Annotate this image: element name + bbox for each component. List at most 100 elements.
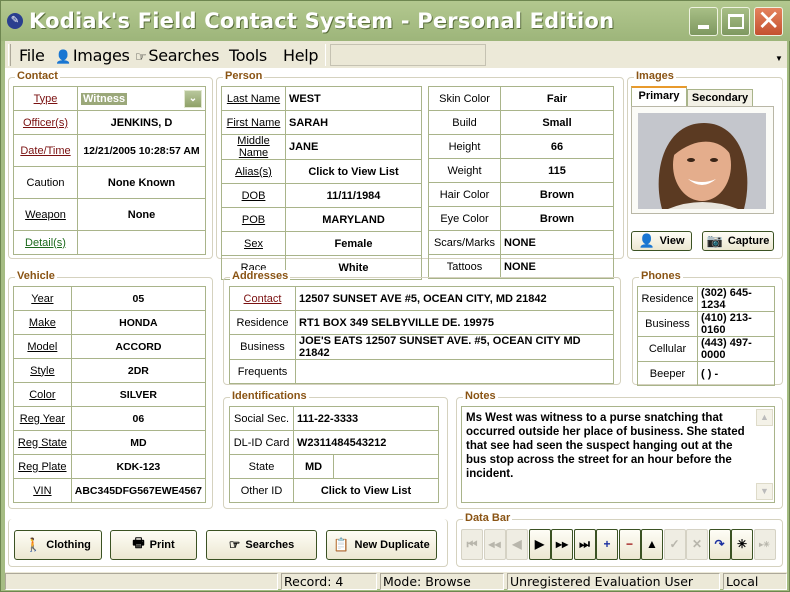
next-record-button[interactable]: ▶: [528, 529, 551, 560]
contact-row-details: Detail(s): [13, 230, 206, 255]
find-next-button[interactable]: ▸✳: [753, 529, 776, 560]
menu-tools[interactable]: Tools: [229, 46, 267, 65]
vehicle-value[interactable]: 06: [70, 406, 207, 431]
dl-value[interactable]: W2311484543212: [293, 430, 439, 455]
vehicle-value[interactable]: 2DR: [70, 358, 207, 383]
vehicle-value[interactable]: KDK-123: [70, 454, 207, 479]
toolbar-field[interactable]: [330, 44, 486, 66]
vehicle-value[interactable]: 05: [70, 286, 207, 311]
datetime-value[interactable]: 12/21/2005 10:28:57 AM: [77, 134, 206, 167]
person-right-value[interactable]: Small: [500, 110, 614, 135]
refresh-button[interactable]: ↷: [708, 529, 731, 560]
person-left-value[interactable]: SARAH: [285, 110, 422, 135]
ssn-value[interactable]: 111-22-3333: [293, 406, 439, 431]
person-left-value[interactable]: Female: [285, 231, 422, 256]
address-value[interactable]: RT1 BOX 349 SELBYVILLE DE. 19975: [295, 310, 614, 335]
last-record-button[interactable]: ⏭: [573, 529, 596, 560]
state-value[interactable]: MD: [293, 454, 334, 479]
person-left-value[interactable]: JANE: [285, 134, 422, 160]
person-left-value[interactable]: 11/11/1984: [285, 183, 422, 208]
phone-value[interactable]: (443) 497-0000: [697, 336, 775, 362]
vehicle-value[interactable]: ABC345DFG567EWE4567: [70, 478, 207, 503]
scroll-up-icon[interactable]: ▲: [756, 409, 773, 426]
new-duplicate-button[interactable]: 📋 New Duplicate: [326, 530, 437, 560]
address-label[interactable]: Contact: [229, 286, 296, 311]
previous-record-button[interactable]: ◀: [506, 529, 528, 560]
view-image-button[interactable]: 👤 View: [631, 231, 692, 251]
other-id-value[interactable]: Click to View List: [293, 478, 439, 503]
notes-textarea[interactable]: Ms West was witness to a purse snatching…: [461, 406, 775, 503]
address-label: Residence: [229, 310, 296, 335]
searches-button[interactable]: ☞ Searches: [206, 530, 317, 560]
phone-value[interactable]: (410) 213-0160: [697, 311, 775, 337]
next-page-icon: ▶▶: [555, 540, 569, 549]
datetime-label[interactable]: Date/Time: [20, 145, 70, 157]
toolbar-grip[interactable]: [8, 44, 11, 66]
person-photo[interactable]: [638, 113, 766, 209]
toolbar-overflow-icon[interactable]: ▼: [775, 54, 783, 63]
vehicle-label: Color: [13, 382, 72, 407]
person-right-value[interactable]: Fair: [500, 86, 614, 111]
chevron-down-icon[interactable]: ⌄: [184, 89, 202, 108]
vehicle-value[interactable]: MD: [70, 430, 207, 455]
phone-value[interactable]: ( ) -: [697, 361, 775, 386]
scroll-down-icon[interactable]: ▼: [756, 483, 773, 500]
minimize-button[interactable]: [689, 7, 718, 36]
person-left-value[interactable]: White: [285, 255, 422, 280]
vehicle-value[interactable]: ACCORD: [70, 334, 207, 359]
app-icon[interactable]: ✎: [7, 13, 23, 29]
person-left-value[interactable]: Click to View List: [285, 159, 422, 184]
caution-value[interactable]: None Known: [77, 166, 206, 199]
tab-primary[interactable]: Primary: [631, 86, 687, 106]
person-right-value[interactable]: NONE: [500, 254, 614, 279]
weapon-value[interactable]: None: [77, 198, 206, 231]
address-value[interactable]: 12507 SUNSET AVE #5, OCEAN CITY, MD 2184…: [295, 286, 614, 311]
print-button[interactable]: 🖶 Print: [110, 530, 197, 560]
person-right-value[interactable]: 66: [500, 134, 614, 159]
menu-searches[interactable]: ☞ Searches: [135, 46, 219, 65]
person-left-value[interactable]: WEST: [285, 86, 422, 111]
vehicle-value[interactable]: HONDA: [70, 310, 207, 335]
cancel-edit-button[interactable]: ✕: [686, 529, 708, 560]
details-value[interactable]: [77, 230, 206, 255]
save-record-button[interactable]: ✓: [663, 529, 686, 560]
person-left-value[interactable]: MARYLAND: [285, 207, 422, 232]
officer-value[interactable]: JENKINS, D: [77, 110, 206, 135]
type-combo[interactable]: Witness ⌄: [81, 88, 202, 110]
new-duplicate-label: New Duplicate: [354, 539, 430, 551]
address-value[interactable]: [295, 359, 614, 384]
person-right-row: Skin Color Fair: [428, 86, 614, 111]
phone-value[interactable]: (302) 645-1234: [697, 286, 775, 312]
person-right-value[interactable]: Brown: [500, 182, 614, 207]
vehicle-value[interactable]: SILVER: [70, 382, 207, 407]
edit-record-button[interactable]: ▲: [641, 529, 663, 560]
type-value[interactable]: Witness: [81, 92, 128, 105]
person-left-label: DOB: [221, 183, 286, 208]
person-right-value[interactable]: Brown: [500, 206, 614, 231]
add-record-button[interactable]: +: [596, 529, 618, 560]
officer-label[interactable]: Officer(s): [23, 117, 68, 129]
menu-help[interactable]: Help: [283, 46, 319, 65]
menu-images[interactable]: 👤 Images: [55, 46, 130, 65]
find-button[interactable]: ✳: [731, 529, 753, 560]
person-right-label: Build: [428, 110, 501, 135]
first-record-button[interactable]: ⏮: [461, 529, 483, 560]
person-right-value[interactable]: 115: [500, 158, 614, 183]
clothing-button[interactable]: 🚶 Clothing: [14, 530, 102, 560]
address-value[interactable]: JOE'S EATS 12507 SUNSET AVE. #5, OCEAN C…: [295, 334, 614, 360]
person-right-value[interactable]: NONE: [500, 230, 614, 255]
tab-secondary[interactable]: Secondary: [687, 89, 753, 107]
address-label-text: Frequents: [237, 365, 288, 378]
person-left-row: First Name SARAH: [221, 110, 422, 135]
delete-record-button[interactable]: −: [618, 529, 641, 560]
title-bar[interactable]: ✎ Kodiak's Field Contact System - Person…: [1, 1, 790, 41]
details-link[interactable]: Detail(s): [25, 237, 66, 249]
capture-image-button[interactable]: 📷 Capture: [702, 231, 774, 251]
maximize-button[interactable]: [721, 7, 750, 36]
close-button[interactable]: ✕: [754, 5, 783, 37]
previous-page-button[interactable]: ◀◀: [483, 529, 506, 560]
next-page-button[interactable]: ▶▶: [551, 529, 573, 560]
menu-file[interactable]: File: [19, 46, 45, 65]
type-label[interactable]: Type: [34, 93, 58, 105]
images-title: Images: [634, 70, 676, 82]
